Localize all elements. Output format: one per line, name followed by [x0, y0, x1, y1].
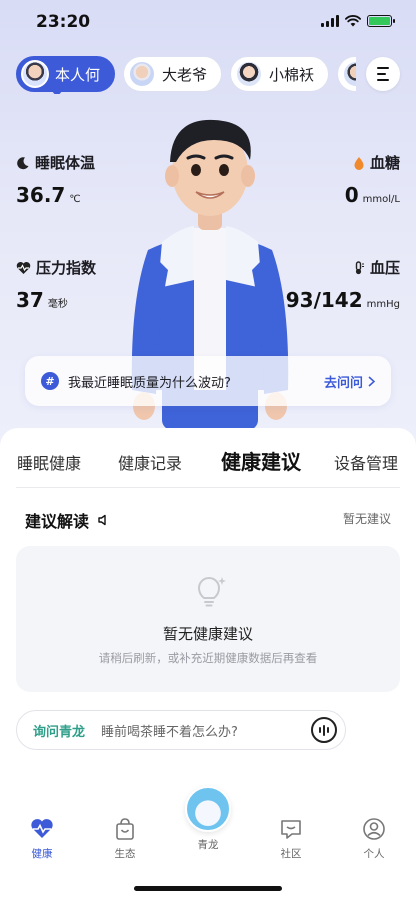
ask-suggestion-card[interactable]: # 我最近睡眠质量为什么波动? 去问问 [25, 356, 391, 406]
nav-health[interactable]: 健康 [12, 816, 72, 861]
signal-icon [321, 15, 339, 27]
profile-chip-grandpa[interactable]: 大老爷 [123, 56, 223, 92]
heart-icon [31, 819, 53, 838]
metric-unit: mmHg [366, 299, 400, 310]
advice-status: 暂无建议 [342, 512, 391, 526]
battery-icon [367, 15, 395, 27]
metric-value: 36.7 [16, 183, 66, 207]
metric-value: 0 [344, 183, 359, 207]
empty-title: 暂无健康建议 [162, 625, 253, 643]
input-prefix: 询问青龙 [33, 724, 86, 740]
nav-me[interactable]: 个人 [344, 816, 404, 861]
profile-name: 大老爷 [162, 65, 208, 84]
tab-bar: 睡眠健康 健康记录 健康建议 设备管理 [0, 446, 416, 476]
metric-sleep-temperature[interactable]: 睡眠体温 36.7 ℃ [16, 152, 95, 207]
advice-section-title: 建议解读 [25, 508, 109, 532]
ask-link[interactable]: 去问问 [324, 372, 375, 391]
avatar [342, 60, 356, 88]
moon-icon [17, 156, 29, 169]
thermometer-icon [355, 260, 364, 274]
nav-label: 健康 [31, 848, 53, 860]
chat-icon [281, 820, 301, 839]
user-icon [363, 818, 385, 840]
metric-stress-index[interactable]: 压力指数 37 毫秒 [16, 257, 96, 312]
status-bar: 23:20 [0, 0, 416, 46]
nav-label: 个人 [363, 848, 385, 860]
metric-unit: mmol/L [362, 194, 400, 205]
shopping-bag-icon [116, 818, 134, 840]
heart-pulse-icon [16, 261, 31, 274]
menu-button[interactable] [366, 57, 400, 91]
tab-health-advice[interactable]: 健康建议 [221, 446, 301, 475]
metric-unit: 毫秒 [47, 299, 68, 310]
nav-label: 生态 [114, 848, 136, 860]
avatar [128, 60, 157, 88]
nav-community[interactable]: 社区 [261, 816, 321, 861]
nav-label: 社区 [280, 848, 302, 860]
nav-eco[interactable]: 生态 [95, 816, 155, 861]
speaker-icon[interactable] [97, 514, 109, 526]
metric-label: 血压 [369, 259, 400, 277]
empty-state-card: 暂无健康建议 请稍后刷新，或补充近期健康数据后再查看 [16, 546, 400, 692]
metric-label: 压力指数 [36, 259, 97, 277]
chevron-right-icon [368, 375, 375, 387]
metric-label: 血糖 [369, 154, 400, 172]
metric-blood-pressure[interactable]: 血压 93/142 mmHg [286, 257, 400, 312]
advice-title: 建议解读 [25, 512, 90, 531]
home-indicator [134, 886, 282, 891]
metric-value: 37 [16, 288, 44, 312]
divider [16, 487, 400, 488]
tab-sleep-health[interactable]: 睡眠健康 [17, 450, 81, 474]
qinglong-avatar-icon [185, 786, 231, 832]
avatar [21, 60, 49, 88]
ask-question: 我最近睡眠质量为什么波动? [68, 375, 231, 391]
profile-switcher: 本人何 大老爷 小棉袄 皮夹 [16, 56, 356, 94]
metric-label: 睡眠体温 [35, 154, 96, 172]
profile-name: 本人何 [55, 65, 101, 84]
profile-name: 小棉袄 [269, 65, 315, 84]
metric-value: 93/142 [285, 288, 363, 312]
tab-device-management[interactable]: 设备管理 [334, 450, 398, 474]
ask-input[interactable]: 询问青龙 睡前喝茶睡不着怎么办? [16, 710, 346, 750]
bottom-nav: 健康 生态 青龙 社区 个人 [0, 786, 416, 900]
wifi-icon [345, 15, 361, 27]
hashtag-icon: # [41, 372, 59, 390]
nav-label: 青龙 [197, 839, 219, 851]
avatar [235, 60, 264, 88]
metric-unit: ℃ [69, 194, 81, 205]
profile-chip-self[interactable]: 本人何 [16, 56, 116, 94]
nav-qinglong[interactable]: 青龙 [178, 786, 238, 852]
status-icons [321, 15, 395, 27]
metric-blood-sugar[interactable]: 血糖 0 mmol/L [345, 152, 400, 207]
profile-chip-kid[interactable]: 皮夹 [337, 56, 356, 92]
status-time: 23:20 [36, 12, 91, 32]
voice-button[interactable] [311, 717, 337, 743]
empty-subtitle: 请稍后刷新，或补充近期健康数据后再查看 [98, 651, 318, 665]
lightbulb-icon [197, 577, 226, 607]
drop-icon [354, 156, 364, 170]
input-placeholder: 睡前喝茶睡不着怎么办? [101, 724, 238, 740]
profile-chip-daughter[interactable]: 小棉袄 [230, 56, 330, 92]
tab-health-records[interactable]: 健康记录 [118, 450, 182, 474]
ask-link-label: 去问问 [323, 375, 363, 391]
